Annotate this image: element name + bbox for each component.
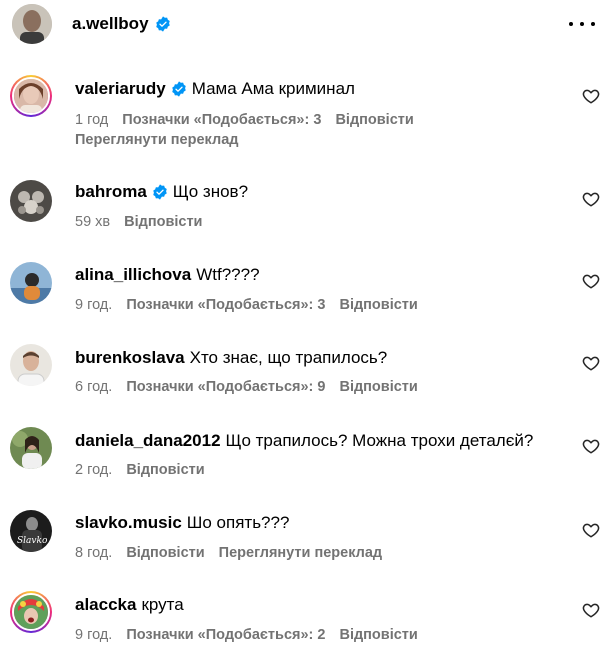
- comment-username[interactable]: daniela_dana2012: [75, 430, 221, 452]
- more-dot-icon: [569, 22, 573, 26]
- comment-likes[interactable]: Позначки «Подобається»: 9: [126, 378, 325, 396]
- comment-text: Хто знає, що трапилось?: [189, 348, 388, 367]
- comment-username[interactable]: burenkoslava: [75, 347, 185, 369]
- more-dot-icon: [591, 22, 595, 26]
- author-name-row: a.wellboy: [72, 14, 171, 34]
- commenter-avatar[interactable]: [10, 591, 52, 633]
- more-options-button[interactable]: [569, 14, 595, 34]
- like-heart-icon[interactable]: [582, 521, 600, 539]
- commenter-avatar[interactable]: [10, 180, 52, 222]
- comment-time[interactable]: 8 год.: [75, 544, 112, 562]
- comment-time[interactable]: 1 год: [75, 111, 108, 129]
- comment-text: Мама Ама криминал: [191, 79, 355, 98]
- comment-time[interactable]: 59 хв: [75, 213, 110, 231]
- comment-text-row: alaccka крута: [75, 594, 184, 616]
- like-heart-icon[interactable]: [582, 190, 600, 208]
- more-dot-icon: [580, 22, 584, 26]
- verified-badge-icon: [155, 16, 170, 32]
- comment-meta: 59 хв Відповісти: [75, 213, 202, 231]
- see-translation-link[interactable]: Переглянути переклад: [219, 544, 382, 562]
- comment-text-row: burenkoslava Хто знає, що трапилось?: [75, 347, 387, 369]
- comment-time[interactable]: 9 год.: [75, 626, 112, 644]
- reply-button[interactable]: Відповісти: [339, 378, 417, 396]
- comment-likes[interactable]: Позначки «Подобається»: 3: [122, 111, 321, 129]
- reply-button[interactable]: Відповісти: [126, 544, 204, 562]
- commenter-avatar[interactable]: [10, 427, 52, 469]
- comment-username[interactable]: alina_illichova: [75, 264, 191, 286]
- reply-button[interactable]: Відповісти: [335, 111, 413, 129]
- comment-meta: 9 год. Позначки «Подобається»: 3 Відпові…: [75, 296, 418, 314]
- comment-text-row: daniela_dana2012 Що трапилось? Можна тро…: [75, 430, 533, 452]
- comment-text: Що трапилось? Можна трохи деталєй?: [225, 431, 534, 450]
- comment-meta: 2 год. Відповісти: [75, 461, 205, 479]
- like-heart-icon[interactable]: [582, 437, 600, 455]
- like-heart-icon[interactable]: [582, 272, 600, 290]
- comment-username[interactable]: slavko.music: [75, 512, 182, 534]
- comment-time[interactable]: 9 год.: [75, 296, 112, 314]
- verified-badge-icon: [153, 184, 167, 200]
- comment-meta: 8 год. Відповісти Переглянути переклад: [75, 544, 382, 562]
- reply-button[interactable]: Відповісти: [339, 296, 417, 314]
- comment-text: Wtf????: [196, 265, 260, 284]
- comment-meta: 6 год. Позначки «Подобається»: 9 Відпові…: [75, 378, 418, 396]
- like-heart-icon[interactable]: [582, 87, 600, 105]
- author-avatar[interactable]: [12, 4, 52, 44]
- comment-text-row: bahroma Що знов?: [75, 181, 248, 203]
- svg-text:Slavko: Slavko: [17, 536, 48, 546]
- author-username[interactable]: a.wellboy: [72, 14, 149, 34]
- comment-text: Що знов?: [172, 182, 249, 201]
- commenter-avatar[interactable]: Slavko: [10, 510, 52, 552]
- commenter-avatar[interactable]: [10, 262, 52, 304]
- like-heart-icon[interactable]: [582, 601, 600, 619]
- comment-text: Шо опять???: [186, 513, 290, 532]
- reply-button[interactable]: Відповісти: [126, 461, 204, 479]
- comment-username[interactable]: bahroma: [75, 181, 147, 203]
- comment-time[interactable]: 6 год.: [75, 378, 112, 396]
- verified-badge-icon: [171, 81, 186, 97]
- comment-text-row: alina_illichova Wtf????: [75, 264, 260, 286]
- comment-text: крута: [141, 595, 184, 614]
- reply-button[interactable]: Відповісти: [339, 626, 417, 644]
- reply-button[interactable]: Відповісти: [124, 213, 202, 231]
- see-translation-link[interactable]: Переглянути переклад: [75, 131, 238, 149]
- commenter-avatar[interactable]: [10, 344, 52, 386]
- comment-likes[interactable]: Позначки «Подобається»: 3: [126, 296, 325, 314]
- comment-time[interactable]: 2 год.: [75, 461, 112, 479]
- comment-text-row: slavko.music Шо опять???: [75, 512, 289, 534]
- post-header: a.wellboy: [0, 0, 612, 48]
- comment-text-row: valeriarudy Мама Ама криминал: [75, 78, 355, 100]
- comment-username[interactable]: alaccka: [75, 594, 136, 616]
- like-heart-icon[interactable]: [582, 354, 600, 372]
- comment-username[interactable]: valeriarudy: [75, 78, 166, 100]
- commenter-avatar[interactable]: [10, 75, 52, 117]
- comment-meta: 9 год. Позначки «Подобається»: 2 Відпові…: [75, 626, 418, 644]
- comment-meta: 1 год Позначки «Подобається»: 3 Відповіс…: [75, 111, 414, 129]
- comment-likes[interactable]: Позначки «Подобається»: 2: [126, 626, 325, 644]
